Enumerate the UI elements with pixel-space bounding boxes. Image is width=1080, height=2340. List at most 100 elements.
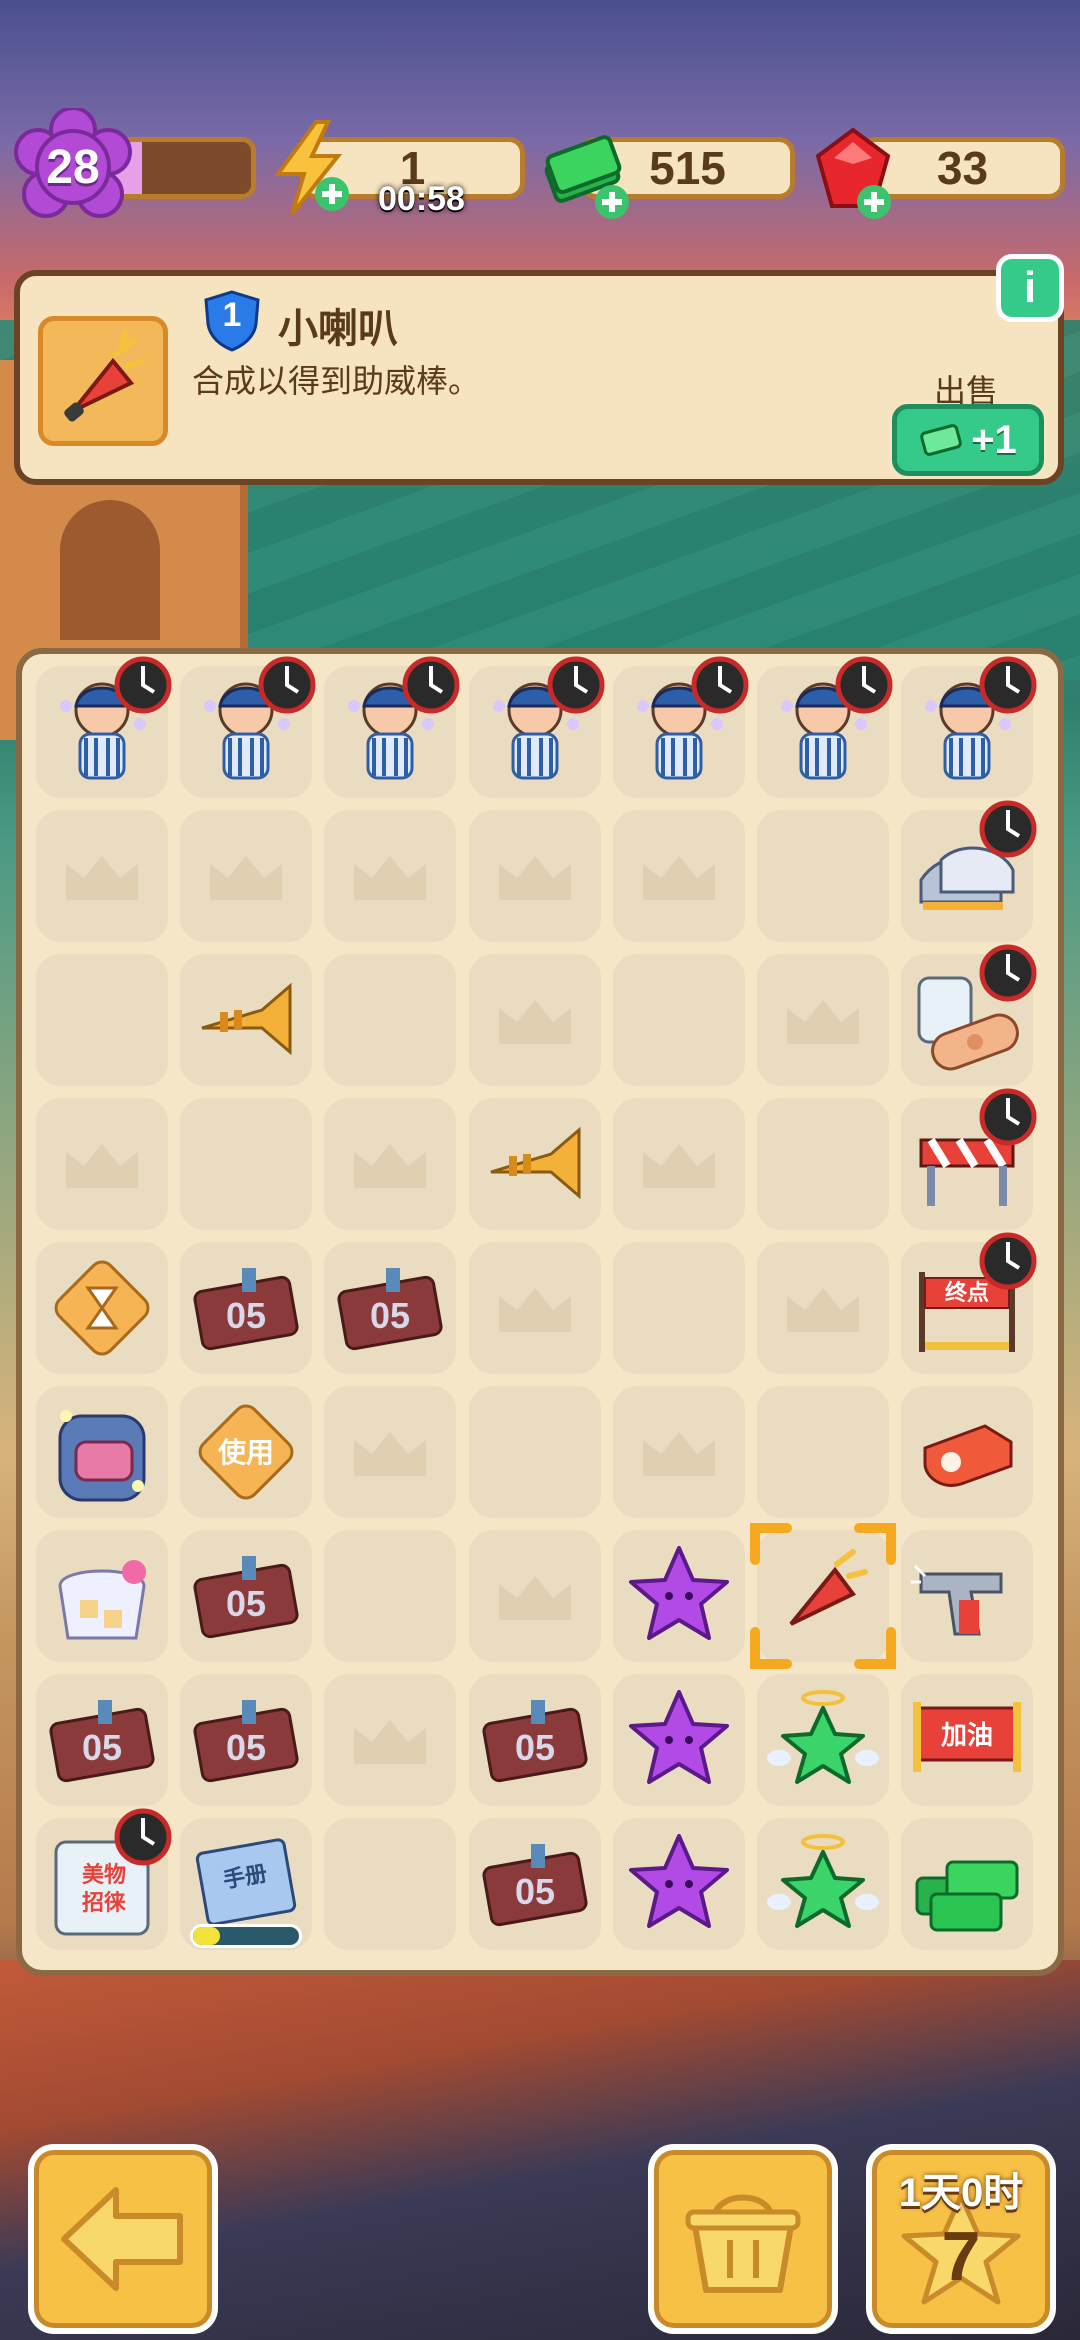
- sell-button[interactable]: +1: [892, 404, 1044, 476]
- add-gems-icon[interactable]: [856, 184, 892, 220]
- selection-frame: [750, 1523, 896, 1669]
- board-cell-empty[interactable]: [36, 954, 168, 1086]
- board-cell-sugar-bag[interactable]: [36, 1530, 168, 1662]
- event-star-button[interactable]: 1天0时 7: [866, 2144, 1056, 2334]
- empty-slot-icon: [354, 1432, 427, 1476]
- board-cell-ticket[interactable]: 05: [468, 1818, 601, 1950]
- board-cell-empty[interactable]: [612, 954, 745, 1086]
- board-cell-empty[interactable]: [36, 1098, 168, 1230]
- board-cell-purple-star[interactable]: [612, 1530, 745, 1662]
- board-cell-trumpet[interactable]: [468, 1098, 601, 1230]
- board-cell-use-token[interactable]: 使用: [180, 1386, 313, 1518]
- board-cell-empty[interactable]: [180, 810, 313, 942]
- board-cell-empty[interactable]: [468, 810, 601, 942]
- board-cell-ticket[interactable]: 05: [36, 1674, 168, 1806]
- back-button[interactable]: [28, 2144, 218, 2334]
- board-cell-empty[interactable]: [324, 1530, 457, 1662]
- board-cell-cheerleader[interactable]: [180, 656, 316, 798]
- empty-slot-icon: [787, 1000, 859, 1044]
- purple-star-icon: [628, 1834, 729, 1928]
- board-cell-purple-star[interactable]: [612, 1818, 745, 1950]
- board-cell-ticket[interactable]: 05: [180, 1674, 313, 1806]
- board-cell-gift-box[interactable]: 美物 招徕: [36, 1808, 172, 1950]
- cash-pile-icon: [915, 1860, 1019, 1932]
- timer-badge-icon: [979, 1088, 1037, 1146]
- board-cell-empty[interactable]: [324, 954, 457, 1086]
- board-cell-trumpet[interactable]: [180, 954, 313, 1086]
- board-cell-starter-pistol[interactable]: [901, 1530, 1034, 1662]
- item-description: 合成以得到助威棒。: [192, 363, 481, 399]
- board-cell-cheerleader[interactable]: [757, 656, 893, 798]
- board-cell-cheerleader[interactable]: [901, 656, 1037, 798]
- timer-badge-icon: [114, 1808, 172, 1866]
- board-cell-empty[interactable]: [324, 1098, 457, 1230]
- event-timer: 1天0时: [898, 2171, 1024, 2215]
- empty-slot-icon: [66, 1144, 138, 1188]
- board-cell-angel-star[interactable]: [757, 1674, 889, 1806]
- empty-slot-icon: [354, 856, 427, 900]
- board-cell-backpack[interactable]: [36, 1386, 168, 1518]
- ticket-icon: 05: [193, 1268, 299, 1351]
- board-cell-manual[interactable]: 手册: [180, 1818, 313, 1950]
- board-cell-empty[interactable]: [468, 1530, 601, 1662]
- hourglass-token-icon: [54, 1260, 150, 1356]
- board-cell-cash-pile[interactable]: [901, 1818, 1034, 1950]
- board-cell-empty[interactable]: [324, 1818, 457, 1950]
- info-button[interactable]: i: [996, 254, 1064, 322]
- board-cell-megaphone[interactable]: [750, 1523, 896, 1669]
- board-cell-ticket[interactable]: 05: [468, 1674, 601, 1806]
- empty-slot-icon: [498, 1288, 571, 1332]
- board-cell-empty[interactable]: [757, 810, 889, 942]
- svg-text:加油: 加油: [941, 1720, 993, 1750]
- use-token-icon: 使用: [198, 1404, 294, 1500]
- board-cell-finish-line[interactable]: 终点: [901, 1232, 1037, 1374]
- board-cell-empty[interactable]: [757, 1242, 889, 1374]
- board-cell-purple-star[interactable]: [612, 1674, 745, 1806]
- board-cell-empty[interactable]: [468, 1386, 601, 1518]
- board-cell-cheerleader[interactable]: [468, 656, 605, 798]
- add-energy-icon[interactable]: [314, 176, 350, 212]
- board-cell-empty[interactable]: [324, 1674, 457, 1806]
- board-cell-cheer-banner[interactable]: 加油: [901, 1674, 1034, 1806]
- board-cell-barrier[interactable]: [901, 1088, 1037, 1230]
- board-cell-sneakers[interactable]: [901, 800, 1037, 942]
- basket-button[interactable]: [648, 2144, 838, 2334]
- gem-value: 33: [936, 142, 989, 194]
- empty-slot-icon: [498, 856, 571, 900]
- ticket-icon: 05: [482, 1844, 588, 1927]
- event-count: 7: [941, 2217, 981, 2295]
- board-cell-cheerleader[interactable]: [36, 656, 172, 798]
- svg-text:招徕: 招徕: [82, 1890, 126, 1915]
- board-cell-cheerleader[interactable]: [612, 656, 749, 798]
- cash-value: 515: [649, 142, 726, 194]
- board-cell-empty[interactable]: [612, 810, 745, 942]
- svg-text:05: 05: [226, 1727, 266, 1768]
- board-cell-ticket[interactable]: 05: [180, 1242, 313, 1374]
- board-cell-empty[interactable]: [324, 1386, 457, 1518]
- board-cell-ticket[interactable]: 05: [180, 1530, 313, 1662]
- board-cell-bandage[interactable]: [901, 944, 1037, 1086]
- board-cell-empty[interactable]: [612, 1098, 745, 1230]
- board-cell-empty[interactable]: [757, 1098, 889, 1230]
- board-cell-empty[interactable]: [757, 1386, 889, 1518]
- board-cell-empty[interactable]: [468, 954, 601, 1086]
- board-cell-empty[interactable]: [612, 1386, 745, 1518]
- board-cell-empty[interactable]: [324, 810, 457, 942]
- board-cell-cheerleader[interactable]: [324, 656, 460, 798]
- purple-star-icon: [628, 1546, 729, 1640]
- timer-badge-icon: [691, 656, 749, 714]
- timer-badge-icon: [979, 656, 1037, 714]
- board-cell-whistle[interactable]: [901, 1386, 1034, 1518]
- item-thumbnail: [38, 316, 168, 446]
- board-cell-hourglass-token[interactable]: [36, 1242, 168, 1374]
- board-cell-empty[interactable]: [180, 1098, 313, 1230]
- manual-progress-fill: [193, 1927, 220, 1945]
- level-badge[interactable]: 28: [14, 106, 132, 226]
- board-cell-ticket[interactable]: 05: [324, 1242, 457, 1374]
- board-cell-empty[interactable]: [36, 810, 168, 942]
- board-cell-empty[interactable]: [612, 1242, 745, 1374]
- board-cell-empty[interactable]: [468, 1242, 601, 1374]
- board-cell-empty[interactable]: [757, 954, 889, 1086]
- board-cell-angel-star[interactable]: [757, 1818, 889, 1950]
- add-cash-icon[interactable]: [594, 184, 630, 220]
